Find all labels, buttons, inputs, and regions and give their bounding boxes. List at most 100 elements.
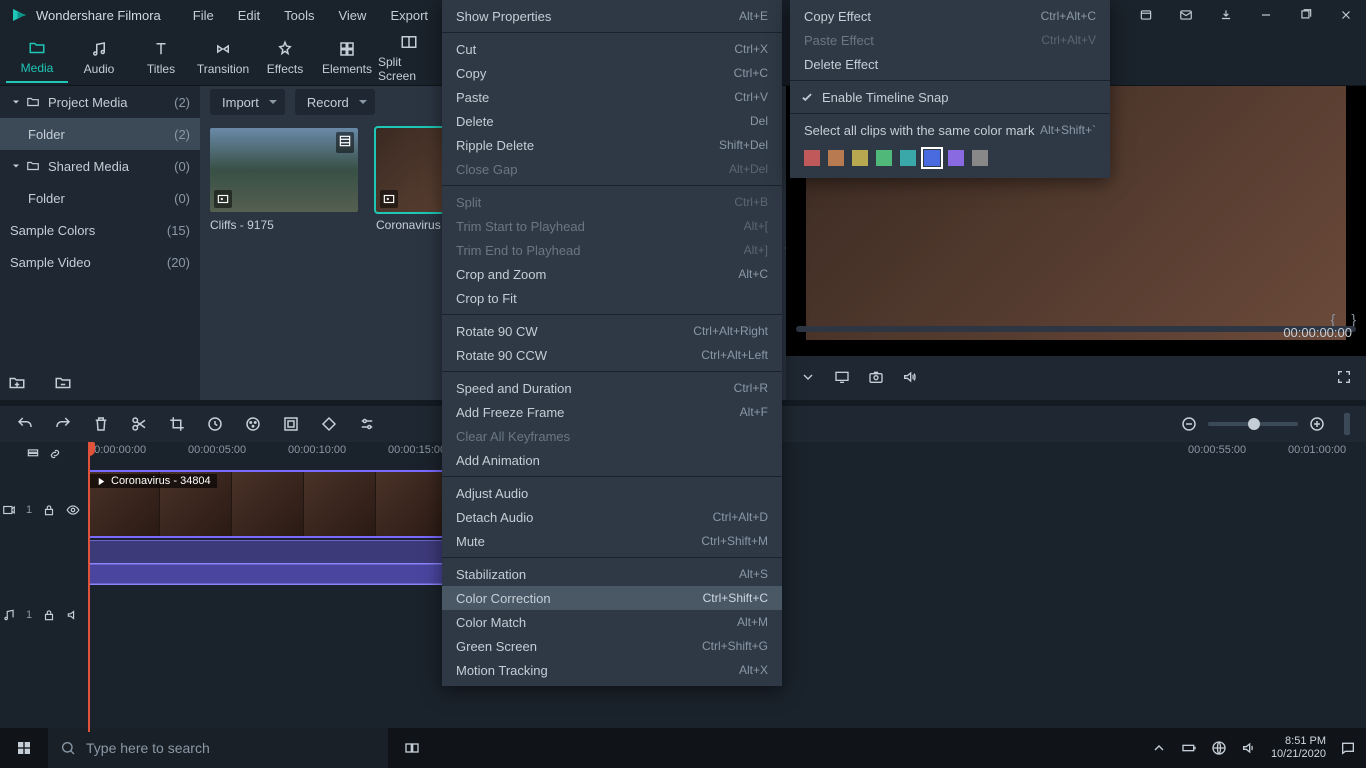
ctx-copy-effect[interactable]: Copy EffectCtrl+Alt+C — [790, 4, 1110, 28]
ctx-green-screen[interactable]: Green ScreenCtrl+Shift+G — [442, 634, 782, 658]
ctx-color-match[interactable]: Color MatchAlt+M — [442, 610, 782, 634]
menu-tools[interactable]: Tools — [272, 2, 326, 29]
tab-media[interactable]: Media — [6, 33, 68, 83]
swatch-green[interactable] — [876, 150, 892, 166]
zoom-slider[interactable] — [1208, 422, 1298, 426]
swatch-yellow[interactable] — [852, 150, 868, 166]
taskbar-clock[interactable]: 8:51 PM 10/21/2020 — [1271, 735, 1326, 761]
lock-icon[interactable] — [42, 608, 56, 622]
sidebar-sample-video[interactable]: Sample Video (20) — [0, 246, 200, 278]
message-icon[interactable] — [1166, 0, 1206, 30]
swatch-gray[interactable] — [972, 150, 988, 166]
zoom-in-icon[interactable] — [1308, 415, 1326, 433]
menu-view[interactable]: View — [326, 2, 378, 29]
sidebar-sample-colors[interactable]: Sample Colors (15) — [0, 214, 200, 246]
delete-icon[interactable] — [92, 415, 110, 433]
ctx-show-properties[interactable]: Show PropertiesAlt+E — [442, 4, 782, 28]
ctx-copy[interactable]: CopyCtrl+C — [442, 61, 782, 85]
notifications-icon[interactable] — [1340, 740, 1356, 756]
swatch-red[interactable] — [804, 150, 820, 166]
fullscreen-icon[interactable] — [1336, 369, 1352, 388]
split-icon[interactable] — [130, 415, 148, 433]
marker-out-icon[interactable]: } — [1351, 311, 1356, 327]
start-button[interactable] — [0, 728, 48, 768]
ctx-freeze[interactable]: Add Freeze FrameAlt+F — [442, 400, 782, 424]
ctx-crop-zoom[interactable]: Crop and ZoomAlt+C — [442, 262, 782, 286]
redo-icon[interactable] — [54, 415, 72, 433]
audio-track-header[interactable]: 1 — [0, 600, 88, 630]
display-icon[interactable] — [834, 369, 850, 388]
record-dropdown[interactable]: Record — [295, 89, 375, 115]
download-icon[interactable] — [1206, 0, 1246, 30]
preview-progress[interactable] — [796, 326, 1356, 332]
delete-folder-icon[interactable] — [54, 374, 72, 392]
ctx-adjust-audio[interactable]: Adjust Audio — [442, 481, 782, 505]
green-screen-icon[interactable] — [282, 415, 300, 433]
eye-icon[interactable] — [66, 503, 80, 517]
import-dropdown[interactable]: Import — [210, 89, 285, 115]
manage-tracks-icon[interactable] — [26, 447, 40, 461]
add-folder-icon[interactable] — [8, 374, 26, 392]
menu-file[interactable]: File — [181, 2, 226, 29]
ctx-delete-effect[interactable]: Delete Effect — [790, 52, 1110, 76]
ctx-color-correction[interactable]: Color CorrectionCtrl+Shift+C — [442, 586, 782, 610]
media-thumb-cliffs[interactable]: Cliffs - 9175 — [210, 128, 358, 232]
sidebar-folder-2[interactable]: Folder (0) — [0, 182, 200, 214]
tab-effects[interactable]: Effects — [254, 34, 316, 82]
quality-dropdown[interactable] — [800, 369, 816, 388]
taskbar-search[interactable]: Type here to search — [48, 728, 388, 768]
video-track-header[interactable]: 1 — [0, 478, 88, 542]
tray-chevron-up-icon[interactable] — [1151, 740, 1167, 756]
tab-titles[interactable]: Titles — [130, 34, 192, 82]
swatch-purple[interactable] — [948, 150, 964, 166]
undo-icon[interactable] — [16, 415, 34, 433]
swatch-orange[interactable] — [828, 150, 844, 166]
swatch-blue[interactable] — [924, 150, 940, 166]
sidebar-folder-1[interactable]: Folder (2) — [0, 118, 200, 150]
ctx-motion-tracking[interactable]: Motion TrackingAlt+X — [442, 658, 782, 682]
whats-new-icon[interactable] — [1126, 0, 1166, 30]
ctx-detach-audio[interactable]: Detach AudioCtrl+Alt+D — [442, 505, 782, 529]
speed-icon[interactable] — [206, 415, 224, 433]
video-clip[interactable]: Coronavirus - 34804 — [88, 472, 448, 536]
audio-clip-selected[interactable] — [88, 564, 448, 584]
ctx-rotate-ccw[interactable]: Rotate 90 CCWCtrl+Alt+Left — [442, 343, 782, 367]
ctx-stabilization[interactable]: StabilizationAlt+S — [442, 562, 782, 586]
speaker-icon[interactable] — [66, 608, 80, 622]
sidebar-project-media[interactable]: Project Media (2) — [0, 86, 200, 118]
network-icon[interactable] — [1211, 740, 1227, 756]
tab-transition[interactable]: Transition — [192, 34, 254, 82]
tab-splitscreen[interactable]: Split Screen — [378, 27, 440, 89]
ctx-rotate-cw[interactable]: Rotate 90 CWCtrl+Alt+Right — [442, 319, 782, 343]
ctx-select-by-color[interactable]: Select all clips with the same color mar… — [790, 118, 1110, 142]
snapshot-icon[interactable] — [868, 369, 884, 388]
ctx-paste[interactable]: PasteCtrl+V — [442, 85, 782, 109]
color-icon[interactable] — [244, 415, 262, 433]
ctx-crop-fit[interactable]: Crop to Fit — [442, 286, 782, 310]
playhead[interactable] — [88, 442, 90, 732]
audio-clip-linked[interactable] — [88, 540, 448, 564]
ctx-ripple-delete[interactable]: Ripple DeleteShift+Del — [442, 133, 782, 157]
zoom-fit-icon[interactable] — [1344, 413, 1350, 435]
ctx-delete[interactable]: DeleteDel — [442, 109, 782, 133]
menu-edit[interactable]: Edit — [226, 2, 272, 29]
zoom-out-icon[interactable] — [1180, 415, 1198, 433]
lock-icon[interactable] — [42, 503, 56, 517]
task-view-icon[interactable] — [388, 740, 436, 756]
sidebar-shared-media[interactable]: Shared Media (0) — [0, 150, 200, 182]
ctx-animation[interactable]: Add Animation — [442, 448, 782, 472]
tab-audio[interactable]: Audio — [68, 34, 130, 82]
close-icon[interactable] — [1326, 0, 1366, 30]
swatch-teal[interactable] — [900, 150, 916, 166]
maximize-icon[interactable] — [1286, 0, 1326, 30]
ctx-speed[interactable]: Speed and DurationCtrl+R — [442, 376, 782, 400]
minimize-icon[interactable] — [1246, 0, 1286, 30]
tab-elements[interactable]: Elements — [316, 34, 378, 82]
ctx-cut[interactable]: CutCtrl+X — [442, 37, 782, 61]
sound-icon[interactable] — [1241, 740, 1257, 756]
keyframe-icon[interactable] — [320, 415, 338, 433]
ctx-timeline-snap[interactable]: Enable Timeline Snap — [790, 85, 1110, 109]
crop-icon[interactable] — [168, 415, 186, 433]
battery-icon[interactable] — [1181, 740, 1197, 756]
ctx-mute[interactable]: MuteCtrl+Shift+M — [442, 529, 782, 553]
